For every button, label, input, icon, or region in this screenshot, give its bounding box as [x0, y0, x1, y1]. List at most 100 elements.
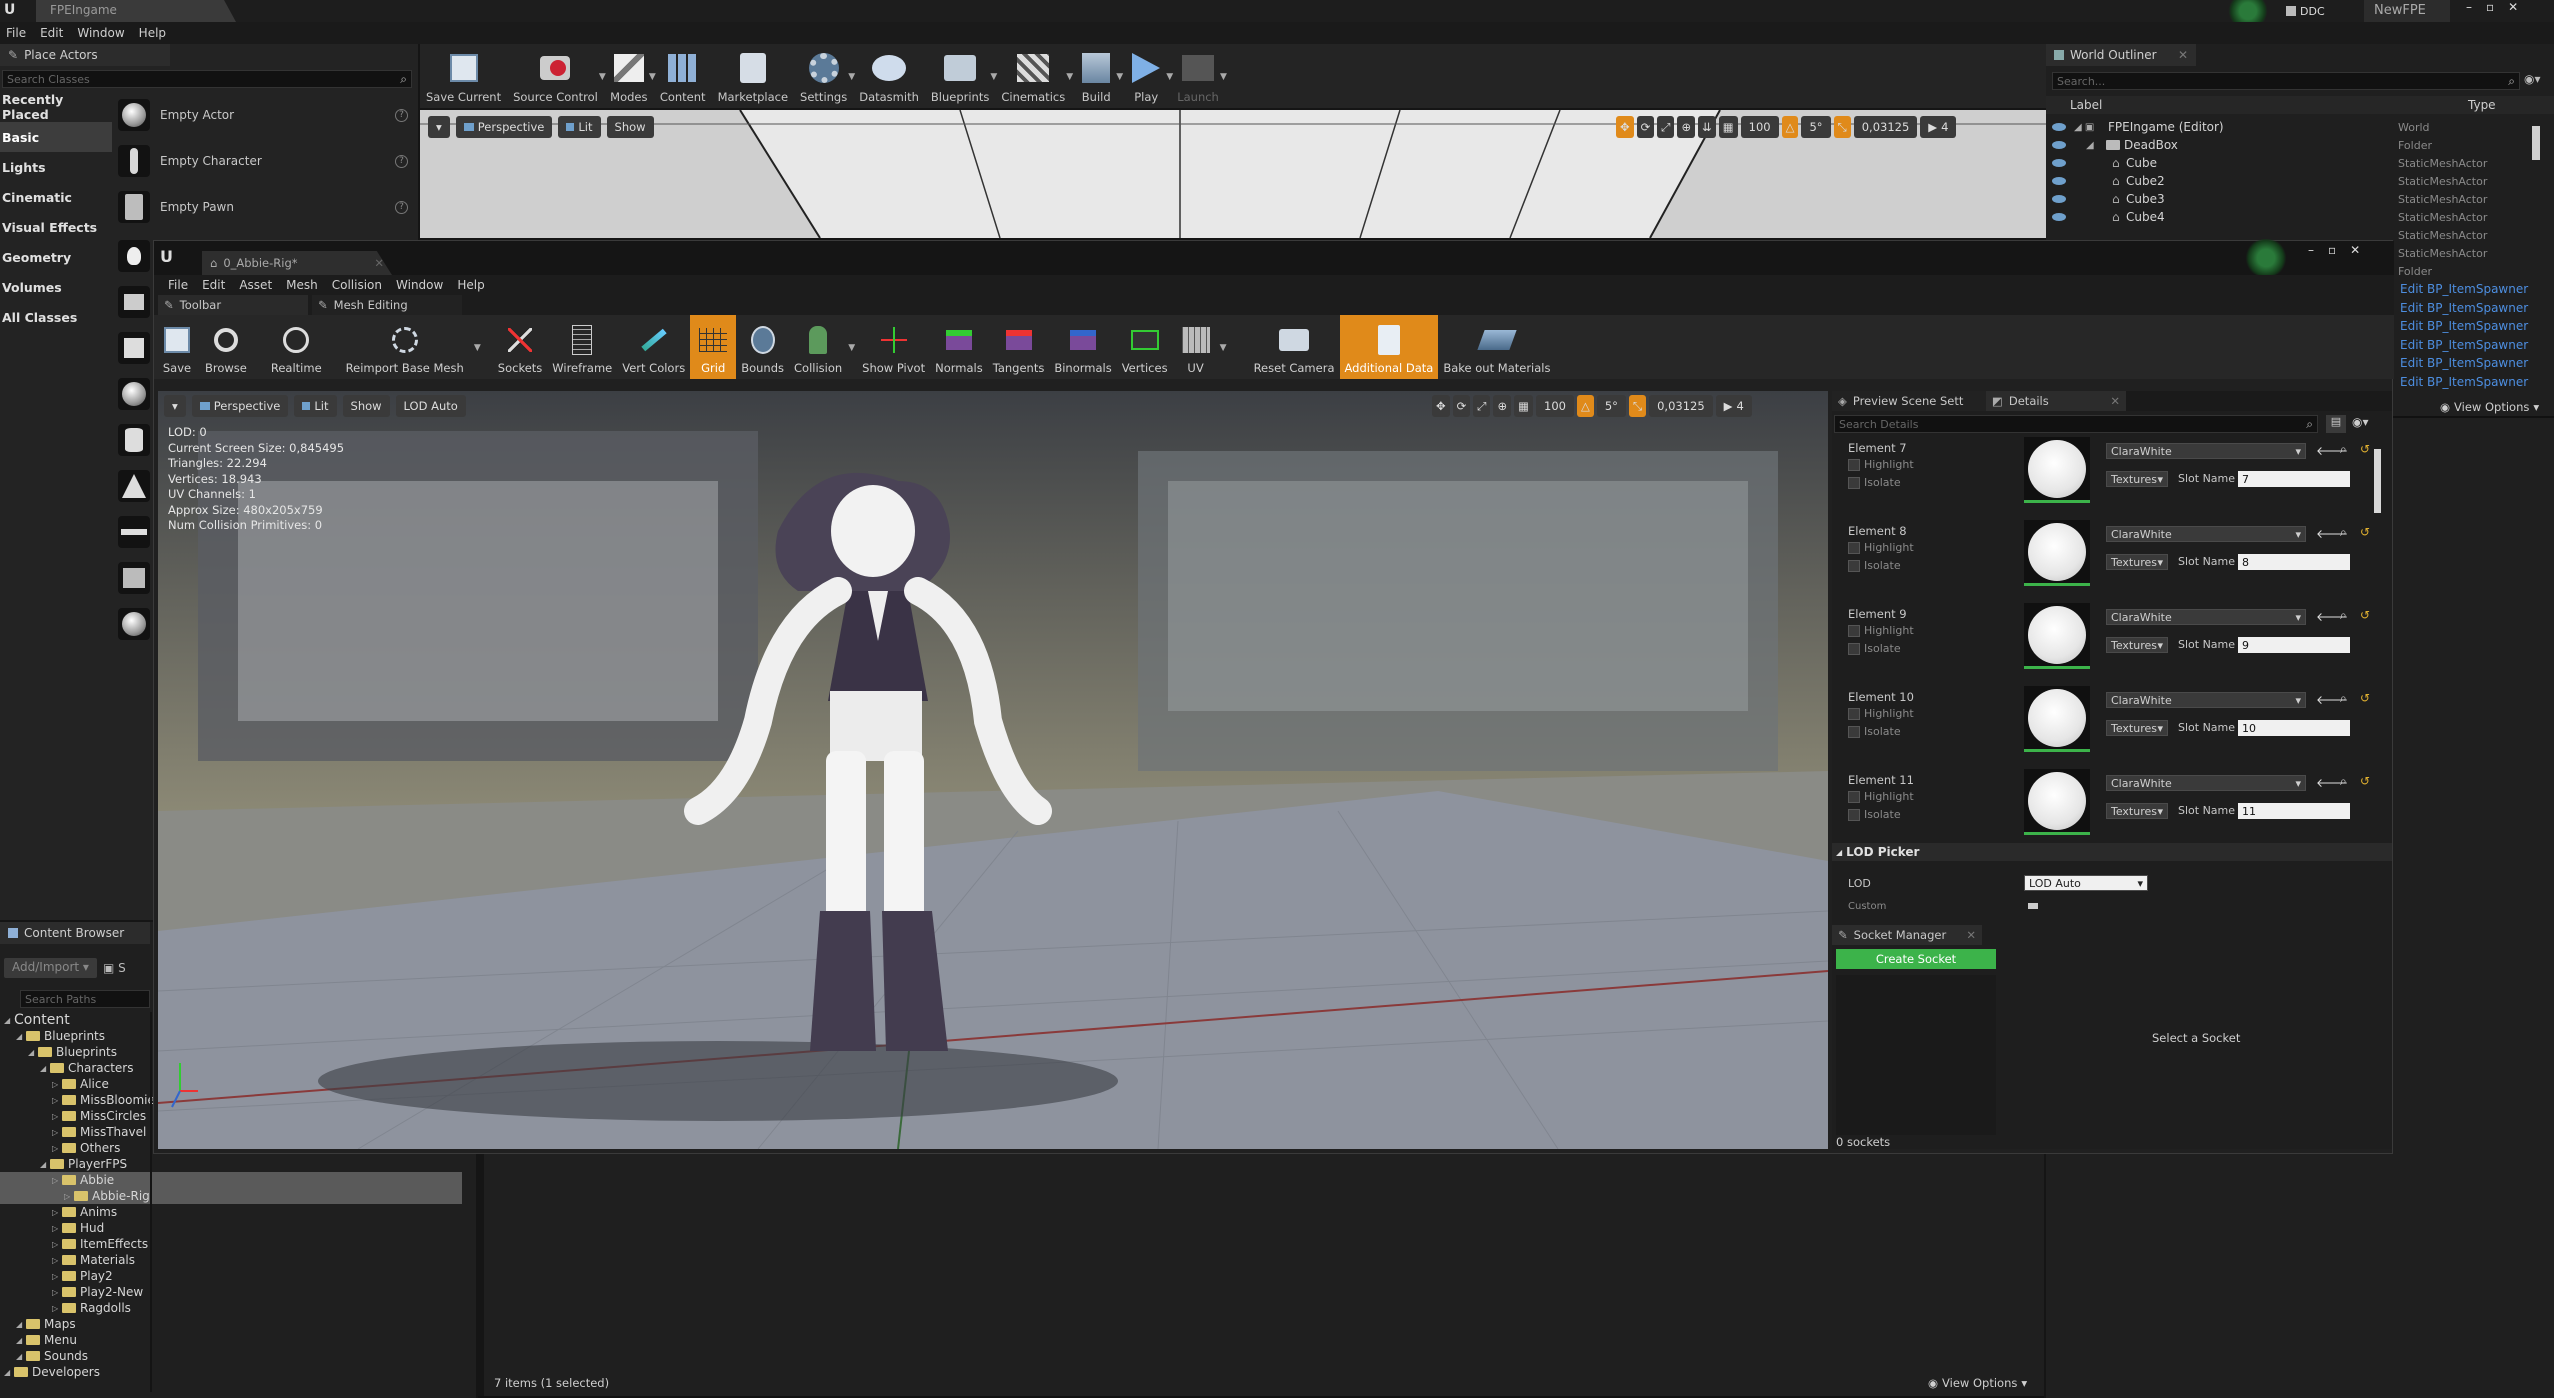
rotation-snap-value[interactable]: 5° [1801, 116, 1831, 138]
material-dropdown[interactable]: ClaraWhite ▾ [2106, 775, 2306, 791]
browse-icon[interactable]: ⌕ [2340, 442, 2347, 457]
property-matrix-icon[interactable]: ▤ [2326, 415, 2346, 433]
show-button[interactable]: Show [342, 395, 390, 417]
folder-tree-item[interactable]: ◢ Sounds [0, 1348, 476, 1364]
folder-tree-item[interactable]: ▷ Play2 [0, 1268, 476, 1284]
category-geometry[interactable]: Geometry [0, 242, 112, 272]
expand-arrow-icon[interactable]: ▷ [52, 1096, 62, 1105]
bounds-button[interactable]: Bounds [736, 315, 789, 379]
lit-button[interactable]: Lit [294, 395, 337, 417]
blueprints-button[interactable]: Blueprints ▼ [925, 44, 997, 108]
expand-arrow-icon[interactable]: ▷ [52, 1080, 62, 1089]
folder-tree-item[interactable]: ▷ ItemEffects [0, 1236, 476, 1252]
material-thumbnail[interactable] [2024, 603, 2090, 669]
expand-arrow-icon[interactable]: ◢ [16, 1352, 26, 1361]
mesh-preview-viewport[interactable]: ▾ Perspective Lit Show LOD Auto LOD: 0 C… [158, 391, 1828, 1149]
expand-arrow-icon[interactable]: ◢ [16, 1032, 26, 1041]
level-tab[interactable]: FPEIngame [36, 0, 236, 22]
surface-snap-button[interactable]: ⇊ [1698, 116, 1716, 138]
label-column-header[interactable]: Label [2070, 98, 2410, 112]
menu-help[interactable]: Help [457, 278, 484, 292]
uv-button[interactable]: UV ▼ [1173, 315, 1227, 379]
type-column-header[interactable]: Type [2468, 98, 2496, 112]
place-actors-tab[interactable]: ✎ Place Actors [0, 44, 170, 66]
textures-dropdown[interactable]: Textures ▾ [2106, 637, 2168, 653]
actor-item-empty-pawn[interactable]: Empty Pawn ? [112, 184, 418, 230]
camera-speed-button[interactable]: ▶ 4 [1920, 116, 1957, 138]
viewport-options-button[interactable]: ▾ [428, 116, 450, 138]
textures-dropdown[interactable]: Textures ▾ [2106, 471, 2168, 487]
close-tab-icon[interactable]: ✕ [2178, 48, 2188, 62]
isolate-checkbox[interactable]: Isolate [1848, 724, 1901, 738]
perspective-button[interactable]: Perspective [455, 116, 553, 138]
wireframe-button[interactable]: Wireframe [547, 315, 617, 379]
translate-tool-button[interactable]: ✥ [1616, 116, 1634, 138]
expand-arrow-icon[interactable]: ◢ [40, 1160, 50, 1169]
textures-dropdown[interactable]: Textures ▾ [2106, 803, 2168, 819]
source-control-button[interactable]: Source Control ▼ [507, 44, 606, 108]
help-icon[interactable]: ? [395, 108, 408, 122]
custom-checkbox[interactable] [2028, 903, 2038, 909]
expand-arrow-icon[interactable]: ▷ [52, 1304, 62, 1313]
rotation-snap-value[interactable]: 5° [1596, 395, 1626, 417]
actor-item-empty-character[interactable]: Empty Character ? [112, 138, 418, 184]
slot-name-input[interactable]: 11 [2238, 803, 2350, 819]
isolate-checkbox[interactable]: Isolate [1848, 558, 1901, 572]
maximize-button[interactable]: ▫ [2328, 243, 2336, 257]
launch-button[interactable]: Launch ▼ [1171, 44, 1227, 108]
material-thumbnail[interactable] [2024, 686, 2090, 752]
outliner-scrollbar[interactable] [2532, 126, 2540, 160]
player-start-icon[interactable] [118, 286, 150, 318]
expand-arrow-icon[interactable]: ▷ [52, 1176, 62, 1185]
folder-tree-item[interactable]: ◢ Maps [0, 1316, 476, 1332]
collision-button[interactable]: Collision ▼ [789, 315, 855, 379]
outliner-row-world[interactable]: ◢ ▣ FPEIngame (Editor) World [2046, 118, 2554, 136]
highlight-checkbox[interactable]: Highlight [1848, 457, 1914, 471]
grid-size-value[interactable]: 100 [1536, 395, 1574, 417]
category-recently-placed[interactable]: Recently Placed [0, 92, 112, 122]
slot-name-input[interactable]: 7 [2238, 471, 2350, 487]
eye-icon[interactable] [2052, 177, 2066, 185]
menu-window[interactable]: Window [396, 278, 443, 292]
folder-tree-item[interactable]: ▷ Abbie [0, 1172, 462, 1188]
reset-icon[interactable]: ↺ [2360, 608, 2370, 622]
menu-edit[interactable]: Edit [202, 278, 225, 292]
asset-view-options-button[interactable]: ◉ View Options ▾ [1928, 1376, 2027, 1390]
menu-edit[interactable]: Edit [40, 26, 63, 40]
expand-arrow-icon[interactable]: ▷ [52, 1272, 62, 1281]
cinematics-button[interactable]: Cinematics ▼ [995, 44, 1073, 108]
textures-dropdown[interactable]: Textures ▾ [2106, 554, 2168, 570]
translate-tool-button[interactable]: ✥ [1432, 395, 1450, 417]
reset-icon[interactable]: ↺ [2360, 691, 2370, 705]
material-thumbnail[interactable] [2024, 437, 2090, 503]
content-browser-tab[interactable]: Content Browser [0, 922, 150, 944]
scale-tool-button[interactable]: ⤢ [1657, 116, 1675, 138]
eye-icon[interactable] [2052, 159, 2066, 167]
grid-snap-button[interactable]: ▦ [1514, 395, 1533, 417]
visibility-eye-icon[interactable]: ◉▾ [2352, 415, 2369, 429]
cube-icon[interactable] [118, 332, 150, 364]
rotate-tool-button[interactable]: ⟳ [1452, 395, 1471, 417]
material-dropdown[interactable]: ClaraWhite ▾ [2106, 443, 2306, 459]
expand-arrow-icon[interactable]: ◢ [16, 1336, 26, 1345]
outliner-view-options-button[interactable]: ◉ View Options ▾ [2440, 400, 2539, 414]
outliner-row-actor[interactable]: ⌂ Cube2 StaticMeshActor [2046, 172, 2554, 190]
browse-button[interactable]: Browse [200, 315, 252, 379]
cylinder-icon[interactable] [118, 424, 150, 456]
details-tab[interactable]: ◩ Details ✕ [1986, 391, 2126, 411]
scale-snap-button[interactable]: ⤡ [1628, 395, 1647, 417]
expand-arrow-icon[interactable]: ◢ [4, 1016, 14, 1025]
rotation-snap-button[interactable]: △ [1576, 395, 1594, 417]
preview-scene-settings-tab[interactable]: ◈ Preview Scene Sett [1832, 391, 1986, 411]
expand-arrow-icon[interactable]: ▷ [52, 1224, 62, 1233]
category-volumes[interactable]: Volumes [0, 272, 112, 302]
menu-help[interactable]: Help [139, 26, 166, 40]
world-local-button[interactable]: ⊕ [1677, 116, 1696, 138]
eye-icon[interactable] [2052, 141, 2066, 149]
folder-tree-item[interactable]: ▷ Play2-New [0, 1284, 476, 1300]
isolate-checkbox[interactable]: Isolate [1848, 475, 1901, 489]
highlight-checkbox[interactable]: Highlight [1848, 789, 1914, 803]
source-control-status-icon[interactable] [2244, 239, 2288, 277]
material-dropdown[interactable]: ClaraWhite ▾ [2106, 692, 2306, 708]
asset-document-tab[interactable]: ⌂ 0_Abbie-Rig* ✕ [202, 251, 392, 275]
